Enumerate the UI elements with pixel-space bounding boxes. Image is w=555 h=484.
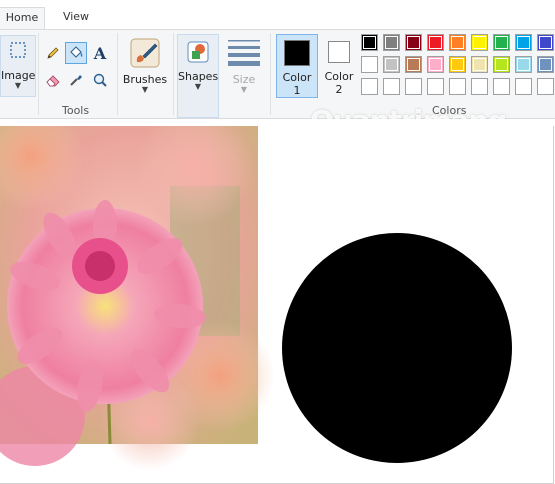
magnifier-icon[interactable] [90,70,110,90]
ribbon: Image ▼ A Tools Brushes ▼ Shapes ▼ Size … [0,29,555,137]
palette-swatch[interactable] [427,34,444,51]
brushes-button[interactable]: Brushes ▼ [120,34,170,96]
flower-photo [0,126,275,471]
group-divider [173,33,174,115]
tools-group-label: Tools [62,104,90,117]
text-icon[interactable]: A [90,43,110,63]
palette-swatch[interactable] [493,56,510,73]
palette-swatch[interactable] [493,78,510,95]
palette-swatch[interactable] [383,34,400,51]
palette-swatch[interactable] [361,34,378,51]
chevron-down-icon: ▼ [141,85,149,94]
color-2-number: 2 [335,83,343,96]
shapes-icon [187,41,209,63]
group-divider [270,33,271,115]
size-icon [228,40,260,66]
chevron-down-icon: ▼ [194,82,202,91]
color-picker-icon[interactable] [66,70,86,90]
palette-swatch[interactable] [427,56,444,73]
color-2-swatch [328,41,350,63]
palette-swatch[interactable] [449,34,466,51]
palette-swatch[interactable] [537,56,554,73]
pencil-icon[interactable] [43,43,63,63]
eraser-icon[interactable] [43,70,63,90]
group-divider [117,33,118,115]
palette-swatch[interactable] [405,34,422,51]
palette-swatch[interactable] [471,78,488,95]
palette-swatch[interactable] [383,78,400,95]
palette-swatch[interactable] [471,34,488,51]
palette-swatch[interactable] [361,56,378,73]
color-1-button[interactable]: Color 1 [276,34,318,98]
shapes-button[interactable]: Shapes ▼ [177,34,219,118]
color-2-button[interactable]: Color 2 [320,34,358,98]
palette-swatch[interactable] [471,56,488,73]
palette-swatch[interactable] [449,56,466,73]
palette-swatch[interactable] [493,34,510,51]
color-1-label: Color [282,71,312,84]
palette-swatch[interactable] [449,78,466,95]
brush-icon [130,38,160,68]
palette-swatch[interactable] [515,34,532,51]
color-1-swatch [284,40,310,66]
ribbon-tab-bar: Home View [0,0,555,30]
tab-home[interactable]: Home [0,7,45,29]
canvas-drawing [0,126,512,471]
fill-bucket-icon[interactable] [65,42,87,64]
palette-swatch[interactable] [383,56,400,73]
color-2-label: Color [324,70,354,83]
chevron-down-icon: ▼ [240,85,248,94]
palette-swatch[interactable] [427,78,444,95]
group-divider [38,33,39,115]
palette-swatch[interactable] [515,78,532,95]
image-button[interactable]: Image ▼ [0,35,36,97]
palette-swatch[interactable] [537,34,554,51]
palette-swatch[interactable] [405,56,422,73]
drawing-canvas[interactable] [0,126,554,484]
palette-swatch[interactable] [361,78,378,95]
chevron-down-icon: ▼ [14,81,22,90]
size-button[interactable]: Size ▼ [223,34,265,96]
canvas-area [0,119,555,484]
black-circle-shape [282,233,512,463]
palette-swatch[interactable] [515,56,532,73]
tab-view[interactable]: View [54,7,98,29]
color-1-number: 1 [293,84,301,97]
palette-swatch[interactable] [405,78,422,95]
select-rectangle-icon [10,42,26,58]
palette-swatch[interactable] [537,78,554,95]
